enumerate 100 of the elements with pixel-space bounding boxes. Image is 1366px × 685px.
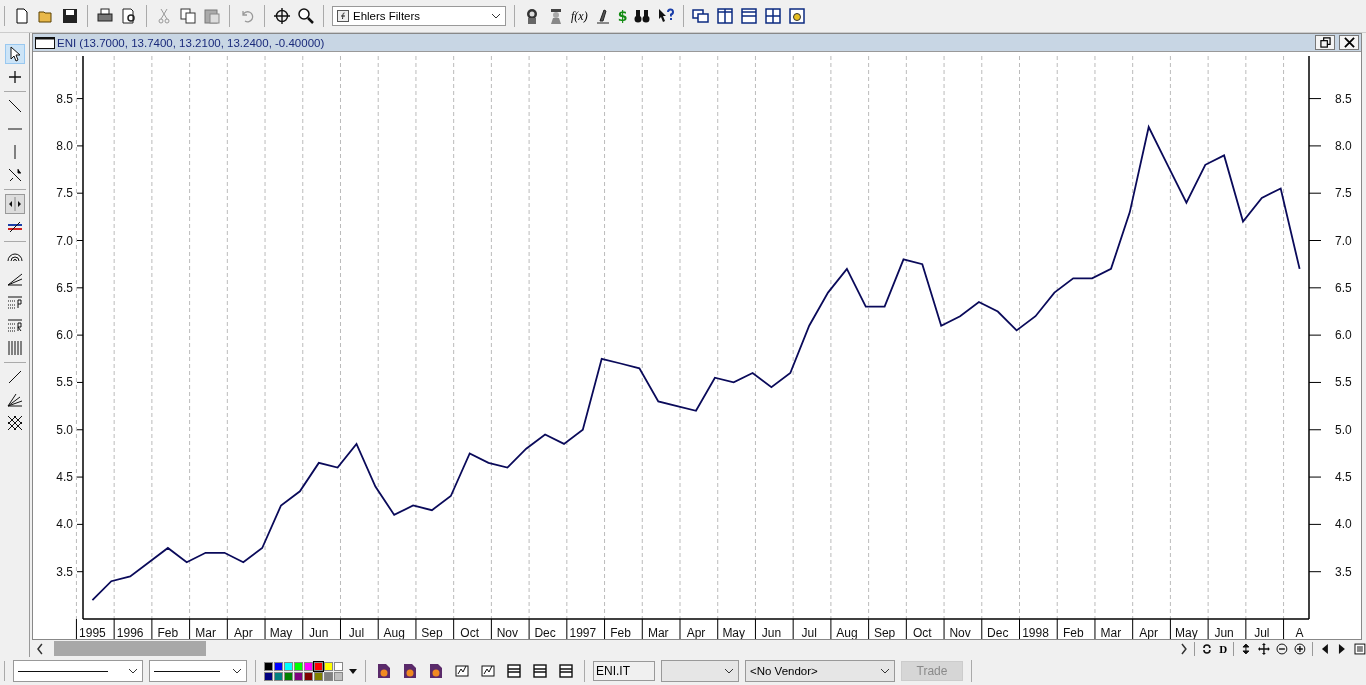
x-axis-label: Jul [1254,626,1270,640]
indicator-dropdown[interactable]: Ehlers Filters [332,6,506,26]
cascade-windows-icon[interactable] [692,7,711,25]
x-axis-label: 1995 [79,626,106,640]
x-axis-label: Aug [836,626,858,640]
binoculars-icon[interactable] [633,7,652,25]
refresh-icon[interactable] [1201,642,1214,655]
x-axis-label: Feb [1062,626,1084,640]
fan-lines-icon[interactable] [5,391,24,409]
move-arrows-icon[interactable] [1258,642,1270,655]
x-axis-label: May [269,626,293,640]
x-axis-label: Oct [460,626,479,640]
y-axis-label: 7.5 [1335,186,1352,201]
color-swatch[interactable] [274,661,283,671]
chart-frame-icon[interactable] [481,663,495,679]
x-axis-label: 1998 [1022,626,1049,640]
y-axis-label: 4.0 [1335,517,1352,532]
vertical-bars-icon[interactable] [5,339,24,357]
y-axis-label: 8.0 [56,138,73,153]
document-icon[interactable] [429,663,443,679]
line-style-dropdown[interactable] [13,660,143,682]
chevron-down-icon [491,13,501,19]
x-axis-label: Nov [496,626,519,640]
document-icon[interactable] [403,663,417,679]
dotted-levels-icon[interactable] [5,293,24,311]
print-preview-icon[interactable] [120,7,138,25]
scroll-right-icon[interactable] [1180,642,1189,655]
left-right-arrows-icon[interactable] [5,195,24,213]
help-pointer-icon[interactable] [657,7,676,25]
document-icon[interactable] [377,663,391,679]
zoom-in-icon[interactable] [1293,642,1306,655]
zoom-icon[interactable] [297,7,315,25]
zoom-out-icon[interactable] [1275,642,1288,655]
window-title: ENI (13.7000, 13.7400, 13.2100, 13.2400, -0.40000) [57,36,325,49]
y-axis-label: 5.5 [56,375,73,390]
split-panel-icon[interactable] [559,663,573,679]
color-swatch[interactable] [334,671,343,681]
list-icon[interactable] [1354,642,1366,655]
tile-grid-icon[interactable] [764,7,783,25]
color-swatch[interactable] [324,661,333,671]
color-swatch[interactable] [264,661,273,671]
y-axis-label: 6.0 [1335,328,1352,343]
line-width-dropdown[interactable] [149,660,247,682]
color-swatch[interactable] [334,661,343,671]
crosshair-icon[interactable] [273,7,291,25]
vertical-arrows-icon[interactable] [1240,642,1252,655]
x-axis-label: Dec [534,626,556,640]
x-axis-label: Aug [383,626,405,640]
copy-icon[interactable] [179,7,197,25]
function-button[interactable]: f(x) [571,8,588,24]
y-axis-label: 8.0 [1335,138,1352,153]
y-axis-label: 6.0 [56,328,73,343]
y-axis-label: 6.5 [56,280,73,295]
x-axis-label: 1997 [569,626,597,640]
tile-vertical-icon[interactable] [716,7,735,25]
color-swatch[interactable] [294,671,303,681]
y-axis-label: 6.5 [1335,280,1352,295]
caret-icon[interactable] [349,668,357,674]
restore-button[interactable] [1315,35,1335,50]
color-swatch[interactable] [314,671,323,681]
split-panel-icon[interactable] [533,663,547,679]
y-axis-label: 8.5 [56,91,73,106]
y-axis-label: 5.5 [1335,375,1352,390]
tile-horizontal-icon[interactable] [740,7,759,25]
crosshatch-icon[interactable] [5,414,24,432]
paste-icon[interactable] [203,7,221,25]
pointer-icon[interactable] [5,45,24,63]
dotted-levels-icon[interactable] [5,316,24,334]
x-axis-label: Dec [987,626,1009,640]
color-swatch[interactable] [324,671,333,681]
y-axis-label: 5.0 [1335,422,1352,437]
x-axis-label: Sep [873,626,896,640]
x-axis-label: Feb [157,626,179,640]
color-swatch[interactable] [284,671,293,681]
close-button[interactable] [1339,35,1359,50]
color-swatch[interactable] [314,661,323,671]
y-axis-label: 7.0 [1335,233,1352,248]
x-axis-label: Jun [309,626,329,640]
symbol-field[interactable]: ENI.IT [593,661,655,681]
color-swatch[interactable] [294,661,303,671]
vendor-dropdown[interactable]: <No Vendor> [745,660,895,682]
dollar-button[interactable]: $ [617,8,628,24]
daily-button[interactable]: D [1219,642,1228,655]
y-axis-label: 5.0 [56,422,73,437]
y-axis-label: 4.0 [56,517,73,532]
gear-window-icon[interactable] [788,7,807,25]
split-panel-icon[interactable] [507,663,521,679]
color-swatch[interactable] [284,661,293,671]
window-icon [35,36,55,49]
scroll-left-icon[interactable] [36,642,44,655]
color-swatch[interactable] [274,671,283,681]
color-swatch[interactable] [264,671,273,681]
function-icon [337,10,349,22]
x-axis-label: Mar [647,626,669,640]
x-axis-label: Nov [949,626,971,640]
color-swatch[interactable] [304,671,313,681]
printer-icon[interactable] [96,7,114,25]
blank-page-icon[interactable] [13,7,31,25]
color-swatch[interactable] [304,661,313,671]
chart-frame-icon[interactable] [455,663,469,679]
